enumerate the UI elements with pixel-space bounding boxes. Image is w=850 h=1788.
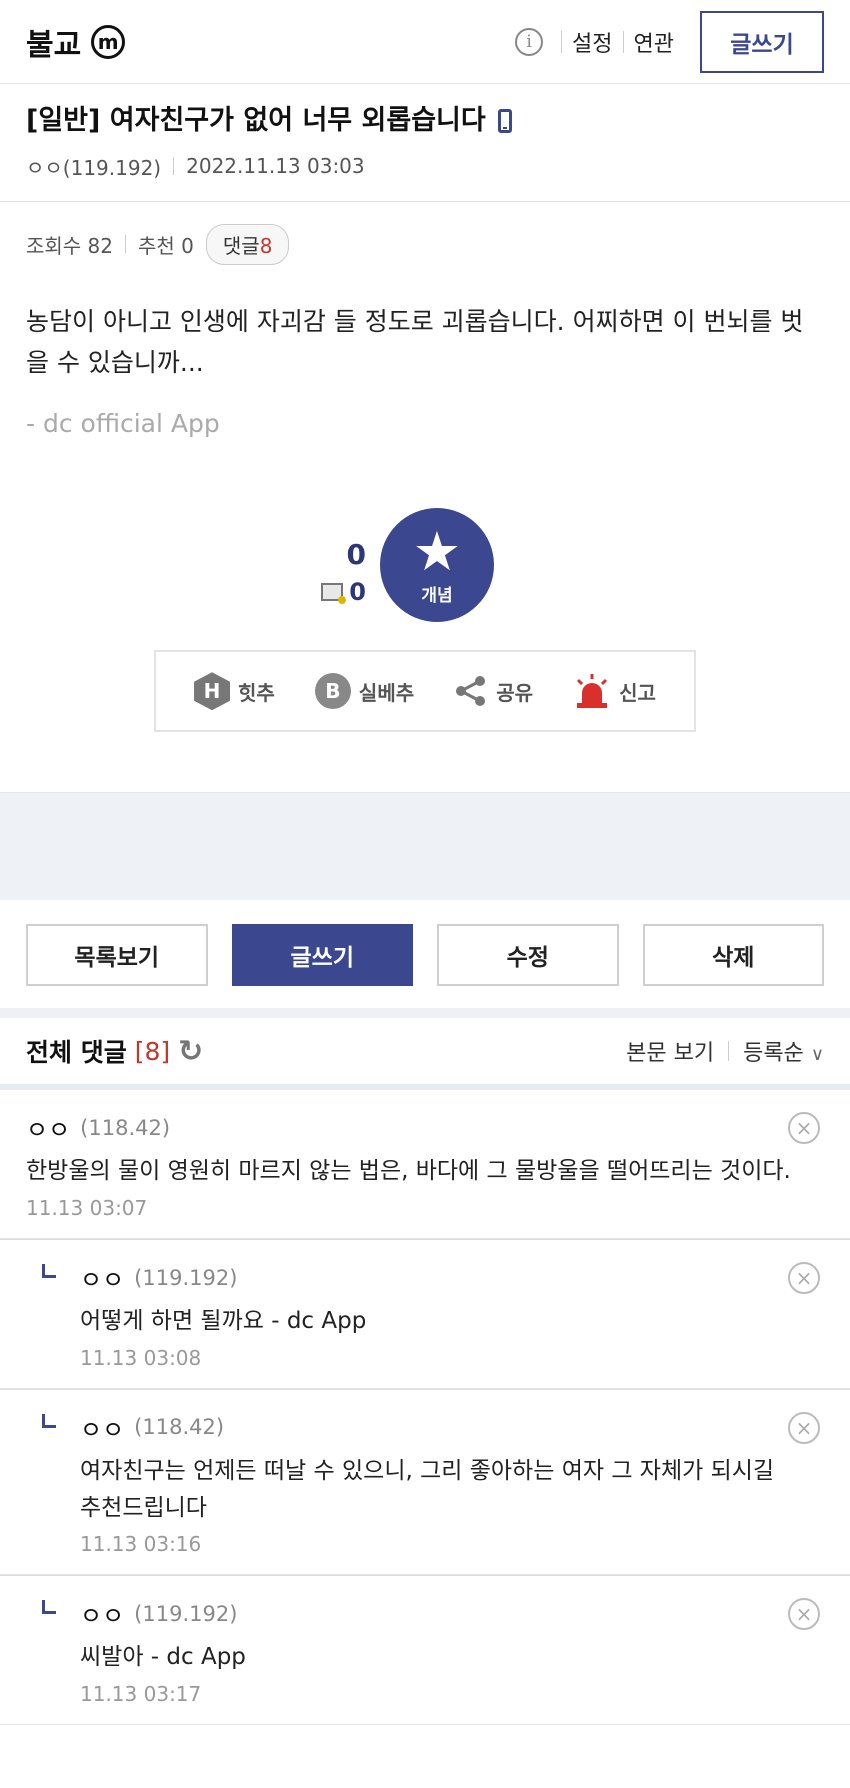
comments-tools: 본문 보기 등록순 ∨ — [626, 1035, 824, 1067]
divider — [173, 157, 175, 176]
recommend-star-button[interactable]: ★ 개념 — [380, 508, 494, 623]
comment-author[interactable]: ㅇㅇ — [80, 1260, 124, 1295]
hit-hexagon-icon: H — [194, 672, 231, 711]
comment-meta: ㅇㅇ (119.192) — [80, 1596, 824, 1631]
post-button-row: 목록보기 글쓰기 수정 삭제 — [0, 900, 850, 987]
view-count: 조회수 82 — [26, 233, 114, 258]
comment-meta: ㅇㅇ (119.192) — [80, 1260, 824, 1295]
post-author[interactable]: ㅇㅇ(119.192) — [26, 152, 161, 181]
post-header: [일반] 여자친구가 없어 너무 외롭습니다 ㅇㅇ(119.192) 2022.… — [0, 84, 850, 202]
refresh-icon[interactable]: ↻ — [178, 1034, 203, 1069]
reply-item: ㅇㅇ (119.192) 씨발아 - dc App 11.13 03:17 × — [0, 1575, 850, 1726]
comment-text: 여자친구는 언제든 떠날 수 있으니, 그리 좋아하는 여자 그 자체가 되시길… — [80, 1457, 775, 1521]
comment-pill-label: 댓글 — [222, 233, 260, 258]
fixed-count: 0 — [349, 578, 366, 607]
star-label: 개념 — [421, 585, 453, 606]
share-label: 공유 — [496, 680, 534, 705]
hit-label: 힛추 — [238, 680, 275, 705]
comment-ip: (119.192) — [134, 1601, 238, 1626]
siren-icon — [577, 674, 608, 709]
minor-gallery-icon: m — [91, 24, 126, 59]
brand[interactable]: 불교 m — [26, 20, 126, 64]
reply-arrow-icon — [42, 1600, 56, 1615]
comments-title: 전체 댓글 — [26, 1038, 127, 1068]
comment-item: ㅇㅇ (118.42) 한방울의 물이 영원히 마르지 않는 법은, 바다에 그… — [0, 1090, 850, 1240]
reply-arrow-icon — [42, 1264, 56, 1279]
mobile-phone-icon — [497, 108, 512, 133]
post-stats: 조회수 82 추천 0 댓글8 — [0, 202, 850, 265]
report-label: 신고 — [619, 680, 656, 705]
write-button-top[interactable]: 글쓰기 — [700, 10, 824, 73]
comment-ip: (118.42) — [80, 1115, 171, 1140]
list-button[interactable]: 목록보기 — [26, 924, 208, 987]
ad-placeholder-band — [0, 792, 850, 901]
comment-author[interactable]: ㅇㅇ — [80, 1410, 124, 1445]
divider — [125, 235, 127, 254]
post-title-row: [일반] 여자친구가 없어 너무 외롭습니다 — [26, 102, 824, 140]
comment-meta: ㅇㅇ (118.42) — [80, 1410, 824, 1445]
star-icon: ★ — [412, 519, 462, 583]
section-divider — [0, 1008, 850, 1019]
share-button[interactable]: 공유 — [454, 674, 533, 708]
comment-time: 11.13 03:17 — [80, 1682, 202, 1707]
comment-ip: (119.192) — [134, 1265, 238, 1290]
comment-meta: ㅇㅇ (118.42) — [26, 1110, 824, 1145]
fixed-recommend-icon — [321, 583, 347, 605]
view-body-link[interactable]: 본문 보기 — [626, 1035, 714, 1067]
gallery-title[interactable]: 불교 — [26, 20, 81, 64]
info-icon[interactable]: i — [515, 27, 544, 56]
best-label: 실베추 — [358, 680, 415, 705]
reply-item: ㅇㅇ (119.192) 어떻게 하면 될까요 - dc App 11.13 0… — [0, 1239, 850, 1389]
delete-button[interactable]: 삭제 — [642, 924, 824, 987]
comment-time: 11.13 03:08 — [80, 1345, 202, 1370]
comment-ip: (118.42) — [134, 1415, 225, 1440]
up-count: 0 — [346, 538, 366, 572]
comment-author[interactable]: ㅇㅇ — [26, 1110, 70, 1145]
comment-text: 어떻게 하면 될까요 - dc App — [80, 1308, 367, 1335]
comment-time: 11.13 03:16 — [80, 1532, 202, 1557]
settings-link[interactable]: 설정 — [562, 26, 622, 58]
comment-time: 11.13 03:07 — [26, 1196, 148, 1221]
comments-count: [8] — [134, 1036, 171, 1066]
edit-button[interactable]: 수정 — [437, 924, 619, 987]
recommend-count: 추천 0 — [138, 233, 194, 258]
best-recommend-button[interactable]: B 실베추 — [314, 673, 415, 710]
recommend-area: 0 0 ★ 개념 — [0, 508, 850, 638]
best-b-icon: B — [314, 673, 351, 710]
comment-author[interactable]: ㅇㅇ — [80, 1596, 124, 1631]
comment-count-pill[interactable]: 댓글8 — [205, 223, 290, 265]
post-body: 농담이 아니고 인생에 자괴감 들 정도로 괴롭습니다. 어찌하면 이 번뇌를 … — [26, 306, 804, 378]
post-actions: H 힛추 B 실베추 공유 신고 — [154, 650, 696, 733]
sort-label: 등록순 — [743, 1041, 804, 1067]
divider — [728, 1041, 730, 1062]
reply-arrow-icon — [42, 1413, 56, 1428]
top-bar: 불교 m i 설정 연관 글쓰기 — [0, 0, 850, 84]
share-icon — [456, 676, 486, 707]
post-meta: ㅇㅇ(119.192) 2022.11.13 03:03 — [26, 152, 824, 181]
related-link[interactable]: 연관 — [624, 26, 684, 58]
fixed-recommend: 0 — [321, 578, 366, 606]
report-button[interactable]: 신고 — [573, 673, 656, 709]
comments-title-group: 전체 댓글 [8] ↻ — [26, 1033, 203, 1069]
delete-comment-icon[interactable]: × — [788, 1411, 820, 1444]
comment-pill-count: 8 — [259, 233, 273, 258]
comment-text: 씨발아 - dc App — [80, 1644, 246, 1671]
top-actions: i 설정 연관 글쓰기 — [515, 10, 824, 73]
post-datetime: 2022.11.13 03:03 — [186, 154, 365, 179]
chevron-down-icon: ∨ — [810, 1044, 824, 1066]
write-button[interactable]: 글쓰기 — [231, 924, 413, 987]
hit-recommend-button[interactable]: H 힛추 — [194, 672, 275, 711]
post-title: [일반] 여자친구가 없어 너무 외롭습니다 — [26, 105, 486, 136]
sort-select[interactable]: 등록순 ∨ — [743, 1035, 824, 1067]
comments-header: 전체 댓글 [8] ↻ 본문 보기 등록순 ∨ — [0, 1018, 850, 1091]
post-signature: - dc official App — [26, 409, 220, 439]
reply-item: ㅇㅇ (118.42) 여자친구는 언제든 떠날 수 있으니, 그리 좋아하는 … — [0, 1388, 850, 1576]
delete-comment-icon[interactable]: × — [788, 1262, 820, 1295]
comment-text: 한방울의 물이 영원히 마르지 않는 법은, 바다에 그 물방울을 떨어뜨리는 … — [26, 1158, 791, 1185]
